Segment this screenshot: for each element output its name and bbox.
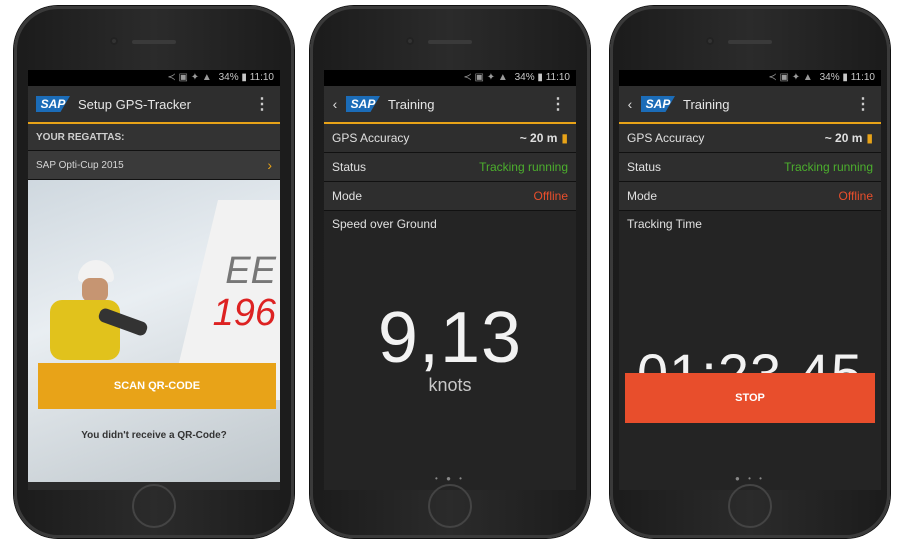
- phone-frame-setup: ≺ ▣ ✦ ▲ 34% ▮ 11:10 SAP Setup GPS-Tracke…: [14, 6, 294, 538]
- row-label: GPS Accuracy: [332, 131, 410, 145]
- earpiece: [132, 40, 176, 44]
- screen-speed: ≺ ▣ ✦ ▲ 34% ▮ 11:10 ‹ SAP Training ⋮ GPS…: [324, 70, 576, 490]
- battery-level: 34%: [218, 72, 239, 83]
- camera-icon: [706, 37, 714, 45]
- phone-frame-speed: ≺ ▣ ✦ ▲ 34% ▮ 11:10 ‹ SAP Training ⋮ GPS…: [310, 6, 590, 538]
- home-button[interactable]: [132, 484, 176, 528]
- status-bar: ≺ ▣ ✦ ▲ 34% ▮ 11:10: [619, 70, 881, 86]
- battery-level: 34%: [514, 72, 535, 83]
- status-bar: ≺ ▣ ✦ ▲ 34% ▮ 11:10: [324, 70, 576, 86]
- status-value: Tracking running: [784, 160, 873, 174]
- battery-level: 34%: [819, 72, 840, 83]
- signal-icons: ≺ ▣ ✦ ▲: [167, 72, 212, 83]
- earpiece: [428, 40, 472, 44]
- back-chevron-icon[interactable]: ‹: [623, 96, 637, 112]
- camera-icon: [406, 37, 414, 45]
- page-indicator: • ● •: [435, 474, 465, 483]
- clock: 11:10: [545, 72, 570, 83]
- screen-setup: ≺ ▣ ✦ ▲ 34% ▮ 11:10 SAP Setup GPS-Tracke…: [28, 70, 280, 490]
- metric-label: Tracking Time: [627, 217, 702, 231]
- status-row: Status Tracking running: [619, 153, 881, 182]
- battery-icon: ▮: [842, 72, 851, 83]
- regatta-name: SAP Opti-Cup 2015: [36, 159, 124, 171]
- mode-row: Mode Offline: [324, 182, 576, 211]
- speed-value: 9,13: [377, 298, 523, 378]
- app-bar: ‹ SAP Training ⋮: [324, 86, 576, 124]
- row-label: Status: [627, 160, 662, 174]
- screen-timer: ≺ ▣ ✦ ▲ 34% ▮ 11:10 ‹ SAP Training ⋮ GPS…: [619, 70, 881, 490]
- section-header: YOUR REGATTAS:: [28, 124, 280, 151]
- row-label: Status: [332, 160, 367, 174]
- speed-unit: knots: [428, 375, 472, 395]
- status-value: Tracking running: [479, 160, 568, 174]
- page-title: Training: [683, 96, 730, 112]
- earpiece: [728, 40, 772, 44]
- sail-number-digits: 196: [212, 292, 276, 334]
- gps-accuracy-icon: ▮: [561, 131, 568, 145]
- row-label: Mode: [627, 189, 658, 203]
- home-button[interactable]: [428, 484, 472, 528]
- hero-photo: EE 196 SCAN QR-CODE You didn't receive a…: [28, 180, 280, 482]
- row-label: GPS Accuracy: [627, 131, 705, 145]
- regatta-list-item[interactable]: SAP Opti-Cup 2015 ›: [28, 151, 280, 180]
- gps-accuracy-icon: ▮: [866, 131, 873, 145]
- camera-icon: [110, 37, 118, 45]
- gps-accuracy-row: GPS Accuracy ~ 20 m ▮: [619, 124, 881, 153]
- mode-row: Mode Offline: [619, 182, 881, 211]
- battery-icon: ▮: [241, 72, 250, 83]
- app-bar: ‹ SAP Training ⋮: [619, 86, 881, 124]
- gps-accuracy-value: ~ 20 m: [519, 131, 558, 145]
- row-label: Mode: [332, 189, 363, 203]
- clock: 11:10: [249, 72, 274, 83]
- home-button[interactable]: [728, 484, 772, 528]
- mode-value: Offline: [533, 189, 568, 203]
- app-bar: SAP Setup GPS-Tracker ⋮: [28, 86, 280, 124]
- phone-frame-timer: ≺ ▣ ✦ ▲ 34% ▮ 11:10 ‹ SAP Training ⋮ GPS…: [610, 6, 890, 538]
- stop-button[interactable]: STOP: [625, 373, 875, 423]
- clock: 11:10: [850, 72, 875, 83]
- sap-logo: SAP: [641, 96, 675, 112]
- sap-logo: SAP: [346, 96, 380, 112]
- page-title: Training: [388, 96, 435, 112]
- overflow-menu-icon[interactable]: ⋮: [550, 94, 566, 114]
- sap-logo: SAP: [36, 96, 70, 112]
- status-bar: ≺ ▣ ✦ ▲ 34% ▮ 11:10: [28, 70, 280, 86]
- gps-accuracy-row: GPS Accuracy ~ 20 m ▮: [324, 124, 576, 153]
- no-qr-code-link[interactable]: You didn't receive a QR-Code?: [28, 430, 280, 441]
- page-title: Setup GPS-Tracker: [78, 96, 191, 112]
- back-chevron-icon[interactable]: ‹: [328, 96, 342, 112]
- page-indicator: ● • •: [735, 474, 765, 483]
- gps-accuracy-value: ~ 20 m: [824, 131, 863, 145]
- chevron-right-icon: ›: [267, 157, 272, 173]
- signal-icons: ≺ ▣ ✦ ▲: [463, 72, 508, 83]
- status-row: Status Tracking running: [324, 153, 576, 182]
- metric-label: Speed over Ground: [332, 217, 437, 231]
- overflow-menu-icon[interactable]: ⋮: [254, 94, 270, 114]
- battery-icon: ▮: [537, 72, 546, 83]
- mode-value: Offline: [838, 189, 873, 203]
- sail-number-letters: EE: [225, 250, 276, 292]
- sailor-image: [38, 260, 149, 380]
- overflow-menu-icon[interactable]: ⋮: [855, 94, 871, 114]
- scan-qr-code-button[interactable]: SCAN QR-CODE: [38, 363, 276, 409]
- signal-icons: ≺ ▣ ✦ ▲: [768, 72, 813, 83]
